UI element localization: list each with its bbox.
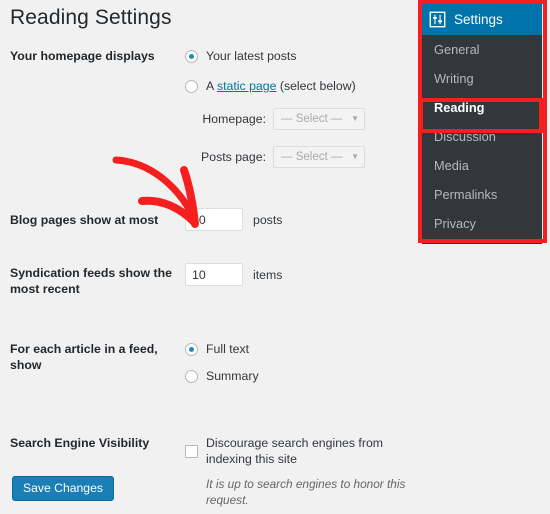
row-field-feed-article: Full text Summary: [185, 341, 420, 395]
row-label-blog-pages: Blog pages show at most: [10, 213, 159, 227]
sidebar-item-reading[interactable]: Reading: [422, 93, 542, 122]
row-label-syndication-feeds: Syndication feeds show the most recent: [10, 266, 172, 296]
syndication-feeds-suffix: items: [253, 267, 283, 282]
row-homepage-displays: Your homepage displays Your latest posts…: [0, 48, 420, 168]
radio-label-latest-posts: Your latest posts: [206, 49, 297, 63]
select-row-homepage: Homepage: — Select — ▼: [185, 108, 420, 130]
row-feed-article: For each article in a feed, show Full te…: [0, 341, 420, 395]
row-field-syndication-feeds: items: [185, 263, 420, 286]
select-caption-posts-page: Posts page:: [201, 150, 266, 164]
row-blog-pages: Blog pages show at most posts: [0, 208, 420, 231]
radio-label-summary: Summary: [206, 369, 259, 383]
row-label-search-engine-visibility: Search Engine Visibility: [10, 436, 150, 450]
row-label-feed-article: For each article in a feed, show: [10, 342, 158, 372]
radio-label-full-text: Full text: [206, 342, 250, 356]
discourage-checkbox[interactable]: [185, 444, 198, 458]
radio-option-full-text[interactable]: Full text: [185, 341, 420, 357]
sidebar-header-label: Settings: [454, 11, 503, 27]
static-page-suffix: (select below): [276, 79, 356, 93]
search-visibility-hint: It is up to search engines to honor this…: [206, 477, 406, 507]
sidebar-item-media[interactable]: Media: [422, 151, 542, 180]
sidebar-item-privacy[interactable]: Privacy: [422, 209, 542, 238]
blog-pages-input[interactable]: [185, 208, 243, 231]
row-field-blog-pages: posts: [185, 208, 420, 231]
save-changes-button[interactable]: Save Changes: [12, 476, 114, 501]
row-label-homepage-displays: Your homepage displays: [10, 49, 155, 63]
select-homepage-value: — Select —: [281, 113, 343, 125]
row-field-search-engine-visibility: Discourage search engines from indexing …: [185, 435, 420, 508]
sidebar-item-permalinks[interactable]: Permalinks: [422, 180, 542, 209]
settings-form: Your homepage displays Your latest posts…: [0, 48, 420, 508]
discourage-checkbox-label: Discourage search engines from indexing …: [206, 436, 384, 466]
static-page-link[interactable]: static page: [217, 79, 276, 93]
row-field-homepage-displays: Your latest posts A static page (select …: [185, 48, 420, 168]
chevron-down-icon: ▼: [351, 114, 359, 123]
wordpress-reading-settings-screen: Reading Settings Your homepage displays …: [0, 0, 550, 514]
radio-label-static-page: A static page (select below): [206, 78, 356, 94]
syndication-feeds-input[interactable]: [185, 263, 243, 286]
select-posts-page[interactable]: — Select — ▼: [273, 146, 365, 168]
settings-sliders-icon: [429, 11, 446, 27]
row-syndication-feeds: Syndication feeds show the most recent i…: [0, 263, 420, 297]
select-posts-page-value: — Select —: [281, 151, 343, 163]
radio-summary[interactable]: [185, 369, 198, 383]
radio-latest-posts[interactable]: [185, 49, 198, 63]
static-page-prefix: A: [206, 79, 217, 93]
radio-option-latest-posts[interactable]: Your latest posts: [185, 48, 420, 64]
page-title: Reading Settings: [10, 6, 172, 29]
sidebar-item-discussion[interactable]: Discussion: [422, 122, 542, 151]
radio-option-summary[interactable]: Summary: [185, 368, 420, 384]
select-homepage[interactable]: — Select — ▼: [273, 108, 365, 130]
settings-submenu-sidebar: Settings General Writing Reading Discuss…: [422, 3, 542, 244]
select-row-posts-page: Posts page: — Select — ▼: [185, 146, 420, 168]
radio-full-text[interactable]: [185, 342, 198, 356]
radio-option-static-page[interactable]: A static page (select below): [185, 78, 420, 94]
sidebar-item-general[interactable]: General: [422, 35, 542, 64]
chevron-down-icon: ▼: [351, 152, 359, 161]
checkbox-option-discourage[interactable]: Discourage search engines from indexing …: [185, 435, 420, 467]
sidebar-header-settings[interactable]: Settings: [422, 3, 542, 35]
blog-pages-suffix: posts: [253, 212, 283, 227]
radio-static-page[interactable]: [185, 79, 198, 93]
select-caption-homepage: Homepage:: [202, 112, 266, 126]
sidebar-item-writing[interactable]: Writing: [422, 64, 542, 93]
